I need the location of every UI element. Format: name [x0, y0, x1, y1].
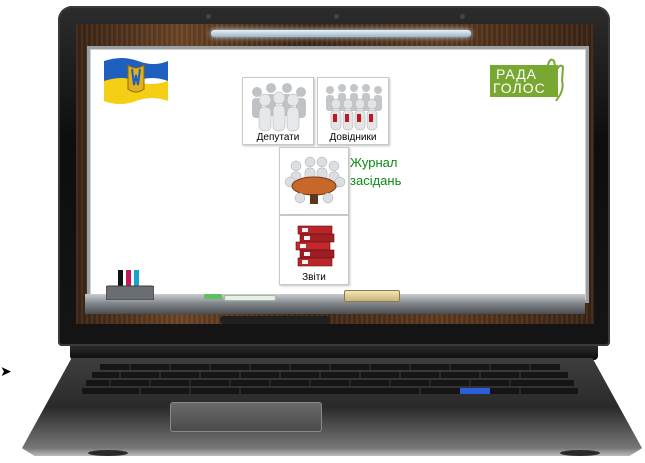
board-tray [85, 302, 585, 314]
eraser-icon [344, 290, 400, 302]
deputies-label: Депутати [243, 132, 313, 143]
meeting-table-icon [284, 156, 346, 204]
app-window: РАДА ГОЛОС Депутати Довідники Журнал зас… [76, 24, 594, 324]
pointer-arrow-icon: ➤ [0, 363, 12, 379]
laptop-foot [88, 450, 128, 456]
journal-label-line2: засідань [350, 173, 402, 188]
rada-golos-logo: РАДА ГОЛОС [490, 57, 565, 105]
keyboard-icon [82, 364, 578, 394]
journal-button[interactable] [279, 147, 349, 215]
chalk-icon [204, 294, 222, 299]
board-lamp [211, 30, 471, 37]
logo-line1: РАДА [496, 66, 538, 82]
markers-icon [106, 270, 154, 300]
laptop-hinge [70, 346, 598, 360]
lid-sensor [206, 14, 211, 19]
lid-sensor [460, 14, 465, 19]
reports-button[interactable]: Звіти [279, 215, 349, 285]
reports-label: Звіти [280, 272, 348, 283]
whiteboard: РАДА ГОЛОС Депутати Довідники Журнал зас… [87, 46, 589, 303]
lid-bezel-strip [220, 316, 330, 324]
references-button[interactable]: Довідники [317, 77, 389, 145]
journal-label: Журнал засідань [350, 154, 430, 190]
deputies-button[interactable]: Депутати [242, 77, 314, 145]
webcam-icon [334, 14, 339, 19]
ukraine-flag-icon [104, 58, 168, 104]
logo-line2: ГОЛОС [493, 80, 546, 96]
pencil-icon [224, 295, 276, 301]
references-label: Довідники [318, 132, 388, 143]
journal-label-line1: Журнал [350, 155, 398, 170]
board-ledge [85, 294, 585, 302]
laptop-foot [560, 450, 600, 456]
touchpad [170, 402, 322, 432]
